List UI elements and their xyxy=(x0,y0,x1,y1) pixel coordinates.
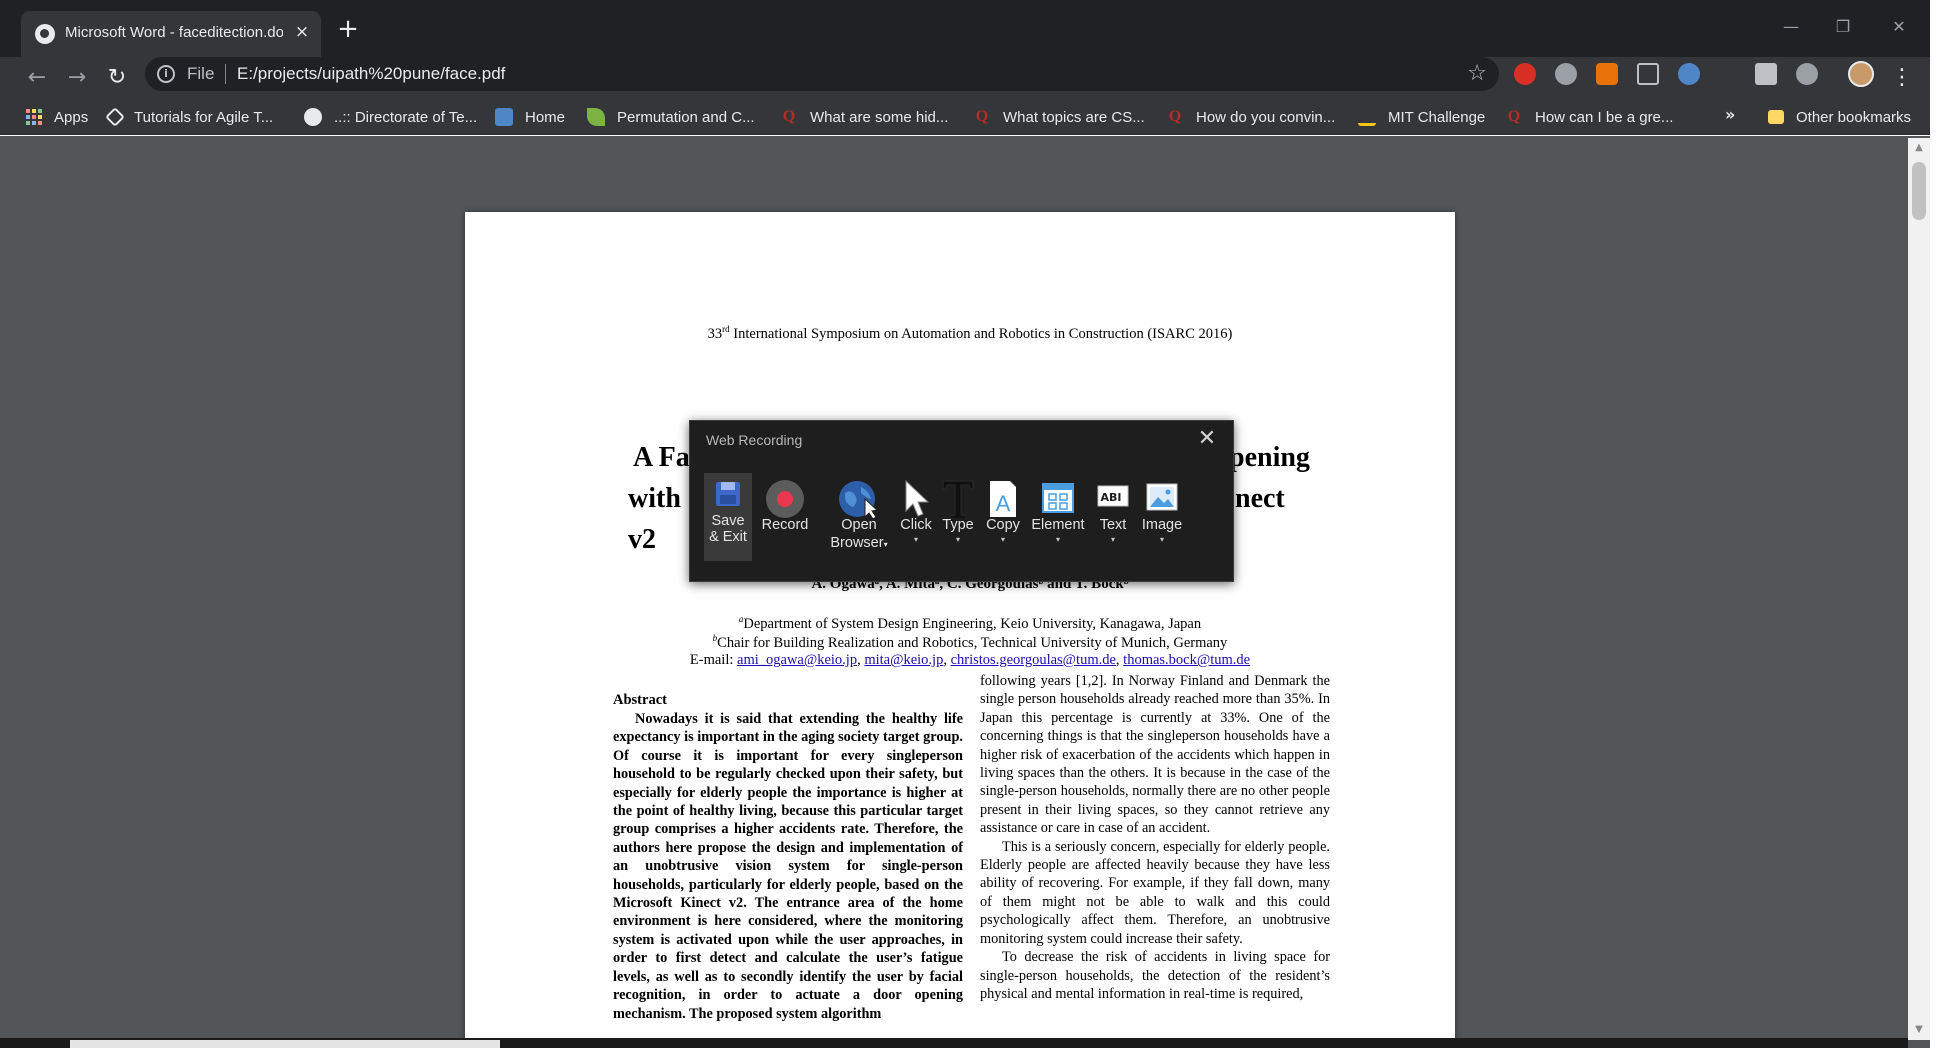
quora-icon: Q xyxy=(975,108,989,125)
site-icon xyxy=(495,108,513,126)
cloud-extension-icon[interactable] xyxy=(1555,63,1577,85)
affiliation-a: aDepartment of System Design Engineering… xyxy=(738,614,1202,632)
avatar[interactable] xyxy=(1848,61,1874,87)
copy-icon: A xyxy=(990,481,1016,517)
vertical-scrollbar[interactable]: ▲ ▼ xyxy=(1908,138,1930,1040)
image-button[interactable]: Image ▾ xyxy=(1136,473,1188,561)
cast-extension-icon[interactable] xyxy=(1755,63,1777,85)
copy-button[interactable]: A Copy ▾ xyxy=(982,473,1024,561)
bookmark-apps[interactable]: Apps xyxy=(26,105,88,129)
agile-icon xyxy=(105,107,125,127)
record-icon xyxy=(766,480,804,518)
scroll-down-arrow-icon[interactable]: ▼ xyxy=(1908,1020,1930,1040)
url-scheme: File xyxy=(187,64,215,83)
eyes-extension-icon[interactable] xyxy=(1678,63,1700,85)
globe-icon xyxy=(304,108,322,126)
web-recording-panel: Web Recording ✕ Save & Exit Record Open … xyxy=(689,420,1234,582)
restore-button[interactable]: ❐ xyxy=(1820,14,1866,40)
leaf-icon xyxy=(587,108,605,126)
quora-icon: Q xyxy=(1507,108,1521,125)
paper-title-part: with xyxy=(628,483,681,514)
tab-close-button[interactable]: × xyxy=(291,21,313,43)
new-tab-button[interactable]: + xyxy=(333,15,363,45)
pen-extension-icon[interactable] xyxy=(1637,63,1659,85)
bookmark-item[interactable]: Home xyxy=(495,105,565,129)
svg-text:A: A xyxy=(996,491,1011,516)
type-button[interactable]: Type ▾ xyxy=(938,473,978,561)
tab-title: Microsoft Word - faceditection.docx xyxy=(65,24,283,41)
scotth-icon xyxy=(1358,108,1376,126)
email-link[interactable]: ami_ogawa@keio.jp xyxy=(737,652,857,668)
text-button[interactable]: ABI Text ▾ xyxy=(1092,473,1134,561)
affiliation-b: bChair for Building Realization and Robo… xyxy=(712,633,1228,651)
bookmark-item[interactable]: Tutorials for Agile T... xyxy=(105,105,273,129)
bookmark-item[interactable]: Q What topics are CS... xyxy=(973,105,1145,129)
apps-icon xyxy=(26,109,42,125)
email-link[interactable]: mita@keio.jp xyxy=(864,652,943,668)
adblock-extension-icon[interactable] xyxy=(1514,63,1536,85)
paper-title-part: A Fa xyxy=(633,442,690,473)
type-icon xyxy=(942,480,974,519)
globe-icon xyxy=(35,24,55,44)
email-link[interactable]: christos.georgoulas@tum.de xyxy=(951,652,1116,668)
text-field-icon: ABI xyxy=(1097,485,1129,507)
save-icon xyxy=(716,482,740,506)
quora-icon: Q xyxy=(782,108,796,125)
fox-extension-icon[interactable] xyxy=(1596,63,1618,85)
save-exit-button[interactable]: Save & Exit xyxy=(704,473,752,561)
svg-text:ABI: ABI xyxy=(1101,491,1122,504)
abstract-heading: Abstract xyxy=(613,692,667,708)
incognito-extension-icon[interactable] xyxy=(1796,63,1818,85)
url-separator xyxy=(225,64,226,84)
body-column-right: following years [1,2]. In Norway Finland… xyxy=(980,673,1330,1002)
record-button[interactable]: Record xyxy=(756,473,814,561)
paper-title-part: nect xyxy=(1235,483,1285,514)
horizontal-scroll-track[interactable] xyxy=(70,1040,500,1048)
bookmark-item[interactable]: MIT Challenge xyxy=(1358,105,1485,129)
address-bar[interactable]: i File E:/projects/uipath%20pune/face.pd… xyxy=(145,57,1499,91)
back-button[interactable]: ← xyxy=(22,63,52,93)
globe-cursor-icon xyxy=(839,481,879,519)
close-window-button[interactable]: ✕ xyxy=(1876,14,1922,40)
abstract-body: Nowadays it is said that extending the h… xyxy=(613,711,963,1022)
other-bookmarks[interactable]: Other bookmarks xyxy=(1768,105,1911,129)
bookmark-item[interactable]: ..:: Directorate of Te... xyxy=(304,105,477,129)
bookmark-item[interactable]: Q How can I be a gre... xyxy=(1505,105,1674,129)
click-button[interactable]: Click ▾ xyxy=(894,473,938,561)
bookmarks-overflow-button[interactable]: » xyxy=(1725,105,1735,124)
conference-header: 33rd International Symposium on Automati… xyxy=(707,324,1233,342)
element-button[interactable]: Element ▾ xyxy=(1028,473,1088,561)
tab-strip: Microsoft Word - faceditection.docx × + … xyxy=(0,0,1938,57)
info-icon[interactable]: i xyxy=(157,65,175,83)
email-link[interactable]: thomas.bock@tum.de xyxy=(1123,652,1250,668)
browser-tab[interactable]: Microsoft Word - faceditection.docx × xyxy=(21,11,321,57)
folder-icon xyxy=(1768,110,1784,124)
quora-icon: Q xyxy=(1168,108,1182,125)
bookmarks-bar: Apps Tutorials for Agile T... ..:: Direc… xyxy=(0,99,1938,135)
bookmark-item[interactable]: Q How do you convin... xyxy=(1166,105,1335,129)
cursor-icon xyxy=(905,479,930,517)
open-browser-button[interactable]: Open Browser▾ xyxy=(826,473,892,561)
recorder-title: Web Recording xyxy=(706,432,803,448)
element-icon xyxy=(1042,483,1074,513)
bookmark-item[interactable]: Q What are some hid... xyxy=(780,105,949,129)
browser-toolbar: ← → ↻ i File E:/projects/uipath%20pune/f… xyxy=(0,57,1938,99)
recorder-toolbar: Save & Exit Record Open Browser▾ Click ▾… xyxy=(704,473,1224,561)
paper-title-part: v2 xyxy=(628,524,656,555)
bookmark-item[interactable]: Permutation and C... xyxy=(587,105,755,129)
menu-icon[interactable]: ⋮ xyxy=(1887,63,1917,93)
email-line: E-mail: ami_ogawa@keio.jp, mita@keio.jp,… xyxy=(689,652,1251,668)
bookmark-star-icon[interactable]: ☆ xyxy=(1467,61,1487,86)
url-text[interactable]: E:/projects/uipath%20pune/face.pdf xyxy=(237,64,505,84)
forward-button[interactable]: → xyxy=(62,63,92,93)
pdf-page: 33rd International Symposium on Automati… xyxy=(465,212,1455,1042)
reload-button[interactable]: ↻ xyxy=(102,63,132,93)
image-icon xyxy=(1146,483,1178,511)
recorder-close-button[interactable]: ✕ xyxy=(1193,425,1221,453)
paper-title-part: pening xyxy=(1229,442,1310,473)
scroll-up-arrow-icon[interactable]: ▲ xyxy=(1908,138,1930,158)
window-edge xyxy=(1930,0,1938,1048)
scrollbar-thumb[interactable] xyxy=(1912,162,1926,220)
minimize-button[interactable]: — xyxy=(1768,14,1814,40)
